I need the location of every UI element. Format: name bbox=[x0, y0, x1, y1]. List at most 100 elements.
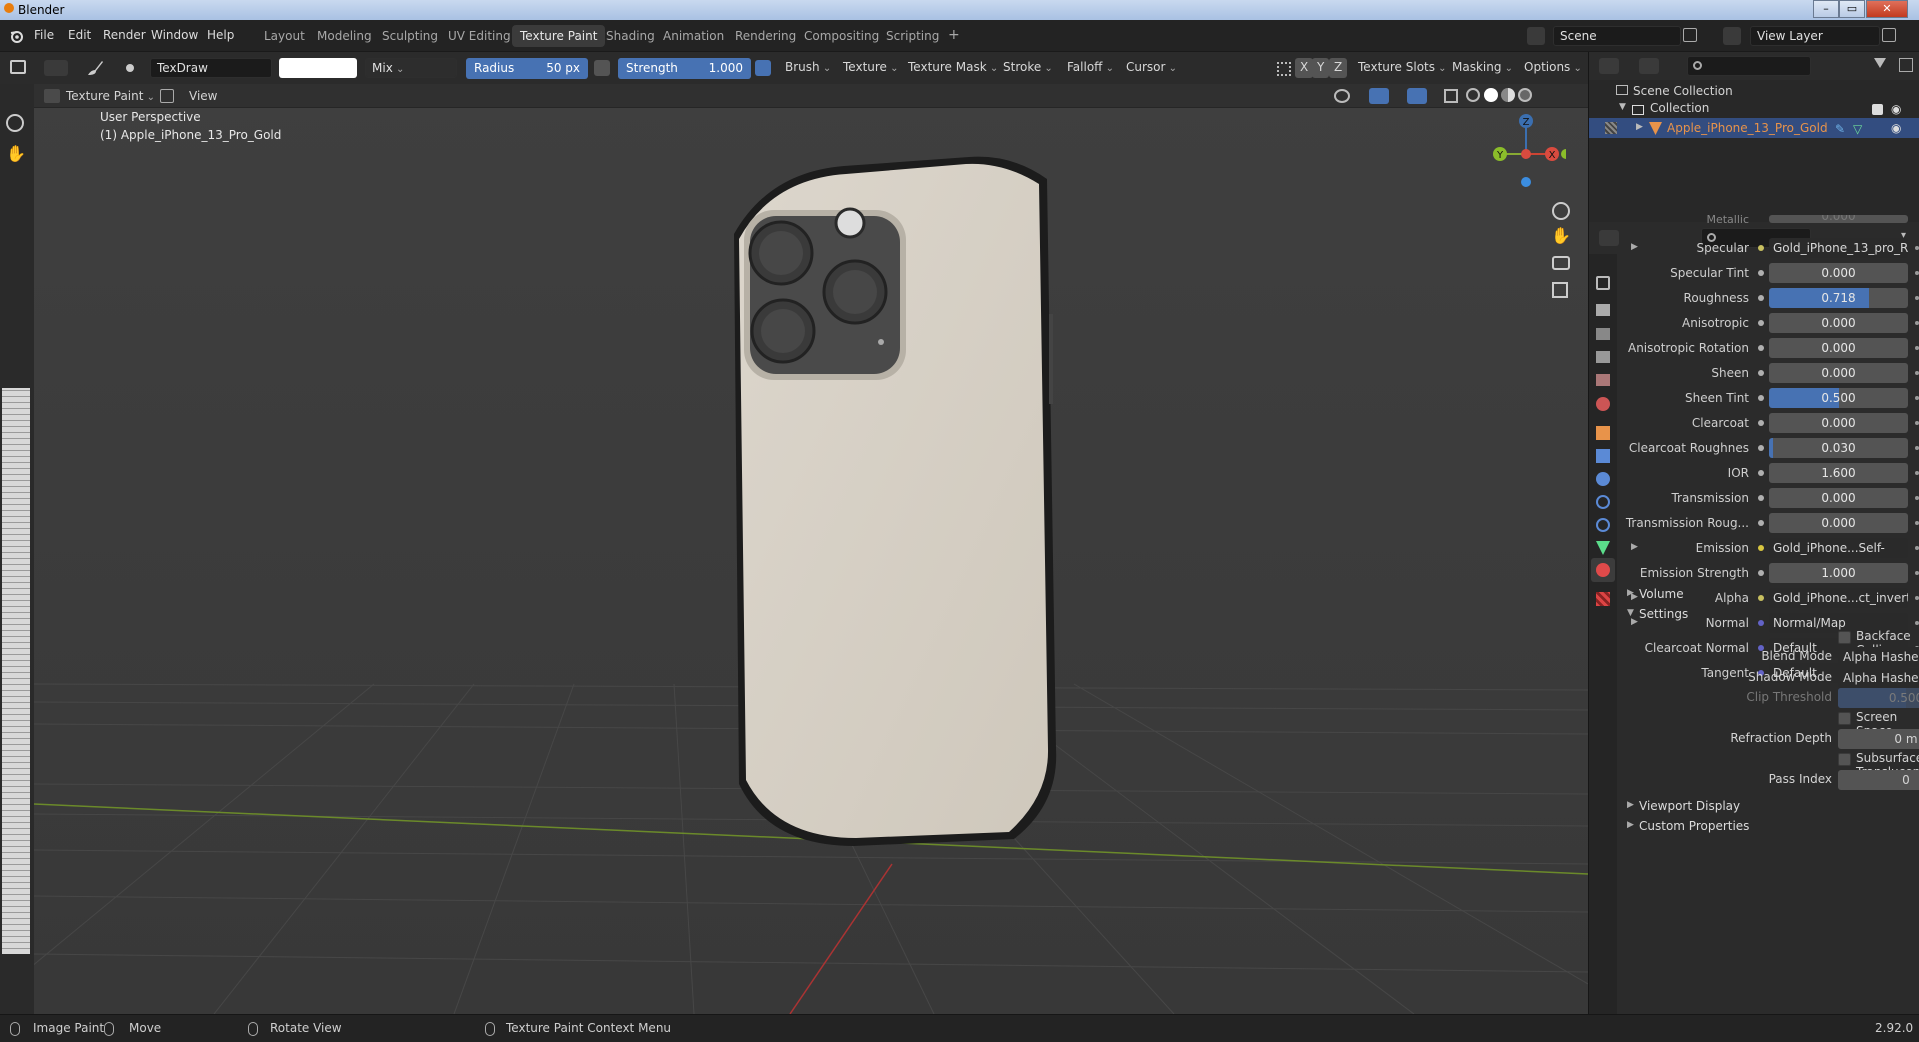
modifier-tab-icon[interactable] bbox=[1596, 449, 1610, 463]
keyframe-dot-icon[interactable] bbox=[1915, 271, 1919, 275]
property-link-field[interactable]: Gold_iPhone...Self-illum.pn bbox=[1769, 538, 1908, 558]
keyframe-dot-icon[interactable] bbox=[1915, 471, 1919, 475]
constraints-tab-icon[interactable] bbox=[1596, 518, 1610, 532]
tool-tab-icon[interactable] bbox=[1596, 276, 1610, 290]
view-layer-field[interactable]: View Layer bbox=[1750, 26, 1880, 46]
keyframe-dot-icon[interactable] bbox=[1915, 396, 1919, 400]
socket-dot-icon[interactable] bbox=[1758, 370, 1764, 376]
scene-name-field[interactable]: Scene bbox=[1553, 26, 1681, 46]
menu-render[interactable]: Render bbox=[103, 28, 146, 42]
mirror-y-toggle[interactable]: Y bbox=[1312, 58, 1330, 78]
modifier-wrench-icon[interactable]: ✎ bbox=[1835, 122, 1845, 136]
texture-slots-menu[interactable]: Texture Slots bbox=[1354, 58, 1451, 78]
settings-panel-header[interactable]: ▼ Settings bbox=[1619, 604, 1919, 626]
menu-file[interactable]: File bbox=[34, 28, 54, 42]
texture-tab-icon[interactable] bbox=[1596, 592, 1610, 606]
scene-tab-icon[interactable] bbox=[1596, 374, 1610, 386]
collection-checkbox[interactable] bbox=[1872, 104, 1883, 115]
minimize-button[interactable]: – bbox=[1813, 0, 1839, 18]
xray-toggle-icon[interactable] bbox=[1444, 89, 1458, 103]
keyframe-dot-icon[interactable] bbox=[1915, 321, 1919, 325]
property-value-field[interactable]: 0.000 bbox=[1769, 513, 1908, 533]
property-value-field[interactable]: 0.000 bbox=[1769, 488, 1908, 508]
keyframe-dot-icon[interactable] bbox=[1915, 496, 1919, 500]
property-value-field[interactable]: 0.000 bbox=[1769, 338, 1908, 358]
render-tab-icon[interactable] bbox=[1596, 304, 1610, 316]
radius-slider[interactable]: Radius 50 px bbox=[466, 58, 588, 79]
stroke-menu[interactable]: Stroke bbox=[999, 58, 1057, 78]
socket-dot-icon[interactable] bbox=[1758, 570, 1764, 576]
property-value-field[interactable]: 0.000 bbox=[1769, 263, 1908, 283]
property-value-field[interactable]: 0.718 bbox=[1769, 288, 1908, 308]
strength-slider[interactable]: Strength 1.000 bbox=[618, 58, 751, 79]
property-link-field[interactable]: Gold_iPhone_13_pro_Refl... bbox=[1769, 238, 1908, 258]
scene-collection-label[interactable]: Scene Collection bbox=[1633, 84, 1733, 98]
keyframe-dot-icon[interactable] bbox=[1915, 346, 1919, 350]
keyframe-dot-icon[interactable] bbox=[1915, 371, 1919, 375]
shadow-mode-dropdown[interactable]: Alpha Hashed ⌄ bbox=[1838, 668, 1919, 688]
tab-animation[interactable]: Animation bbox=[655, 25, 732, 47]
keyframe-dot-icon[interactable] bbox=[1915, 246, 1919, 250]
brush-icon[interactable] bbox=[85, 58, 105, 78]
mask-toggle-icon[interactable] bbox=[160, 89, 174, 103]
3d-viewport[interactable]: Texture Paint View User Perspective (1) … bbox=[34, 84, 1588, 1014]
screen-space-refraction-checkbox[interactable] bbox=[1838, 712, 1851, 725]
fake-user-icon[interactable] bbox=[126, 64, 134, 72]
tab-scripting[interactable]: Scripting bbox=[878, 25, 947, 47]
material-shading-icon[interactable] bbox=[1501, 88, 1515, 102]
property-value-field[interactable]: 1.600 bbox=[1769, 463, 1908, 483]
socket-dot-icon[interactable] bbox=[1758, 445, 1764, 451]
properties-editor-type-icon[interactable] bbox=[1599, 230, 1619, 246]
pass-index-field[interactable]: 0 bbox=[1838, 770, 1919, 790]
view-layer-tab-icon[interactable] bbox=[1596, 351, 1610, 363]
tab-rendering[interactable]: Rendering bbox=[727, 25, 804, 47]
camera-view-icon[interactable] bbox=[1552, 256, 1570, 270]
property-value-field[interactable]: 0.500 bbox=[1769, 388, 1908, 408]
socket-dot-icon[interactable] bbox=[1758, 420, 1764, 426]
new-scene-icon[interactable] bbox=[1683, 28, 1697, 42]
tab-shading[interactable]: Shading bbox=[598, 25, 663, 47]
collection-label[interactable]: Collection bbox=[1650, 101, 1709, 115]
physics-tab-icon[interactable] bbox=[1596, 495, 1610, 509]
object-expand-icon[interactable]: ▶ bbox=[1636, 122, 1643, 132]
gizmo-toggle-icon[interactable] bbox=[1369, 88, 1389, 104]
solid-shading-icon[interactable] bbox=[1484, 88, 1498, 102]
outliner-search-input[interactable] bbox=[1687, 56, 1811, 76]
add-workspace-button[interactable]: + bbox=[940, 25, 968, 47]
masking-menu[interactable]: Masking bbox=[1448, 58, 1517, 78]
texture-mask-menu[interactable]: Texture Mask bbox=[904, 58, 1002, 78]
cursor-menu[interactable]: Cursor bbox=[1122, 58, 1181, 78]
volume-panel-header[interactable]: ▶ Volume bbox=[1619, 584, 1919, 606]
tab-texture-paint[interactable]: Texture Paint bbox=[512, 25, 606, 47]
menu-window[interactable]: Window bbox=[151, 28, 198, 42]
object-name[interactable]: Apple_iPhone_13_Pro_Gold bbox=[1667, 121, 1828, 135]
collection-expand-icon[interactable]: ▼ bbox=[1619, 102, 1626, 112]
tab-compositing[interactable]: Compositing bbox=[796, 25, 887, 47]
data-tab-icon[interactable] bbox=[1596, 541, 1610, 555]
menu-help[interactable]: Help bbox=[207, 28, 234, 42]
socket-dot-icon[interactable] bbox=[1758, 545, 1764, 551]
mode-dropdown[interactable]: Texture Paint bbox=[66, 89, 155, 103]
visibility-icon[interactable] bbox=[1334, 89, 1350, 103]
new-collection-icon[interactable] bbox=[1899, 58, 1913, 72]
socket-dot-icon[interactable] bbox=[1758, 470, 1764, 476]
navigation-gizmo[interactable]: Z X Y bbox=[1486, 112, 1566, 192]
tab-layout[interactable]: Layout bbox=[256, 25, 313, 47]
keyframe-dot-icon[interactable] bbox=[1915, 546, 1919, 550]
view-layer-selector-icon[interactable] bbox=[1723, 27, 1741, 45]
mirror-x-toggle[interactable]: X bbox=[1295, 58, 1314, 78]
outliner-editor-type-icon[interactable] bbox=[1599, 58, 1619, 74]
menu-edit[interactable]: Edit bbox=[68, 28, 91, 42]
keyframe-dot-icon[interactable] bbox=[1915, 446, 1919, 450]
options-menu[interactable]: Options bbox=[1520, 58, 1586, 78]
socket-dot-icon[interactable] bbox=[1758, 295, 1764, 301]
zoom-icon[interactable] bbox=[6, 114, 24, 132]
property-value-field[interactable]: 1.000 bbox=[1769, 563, 1908, 583]
filter-icon[interactable] bbox=[1874, 58, 1886, 68]
brush-color-swatch[interactable] bbox=[279, 58, 357, 78]
property-value-field[interactable]: 0.000 bbox=[1769, 363, 1908, 383]
object-tab-icon[interactable] bbox=[1596, 426, 1610, 440]
view-menu[interactable]: View bbox=[189, 89, 217, 103]
tab-sculpting[interactable]: Sculpting bbox=[374, 25, 446, 47]
falloff-menu[interactable]: Falloff bbox=[1063, 58, 1118, 78]
